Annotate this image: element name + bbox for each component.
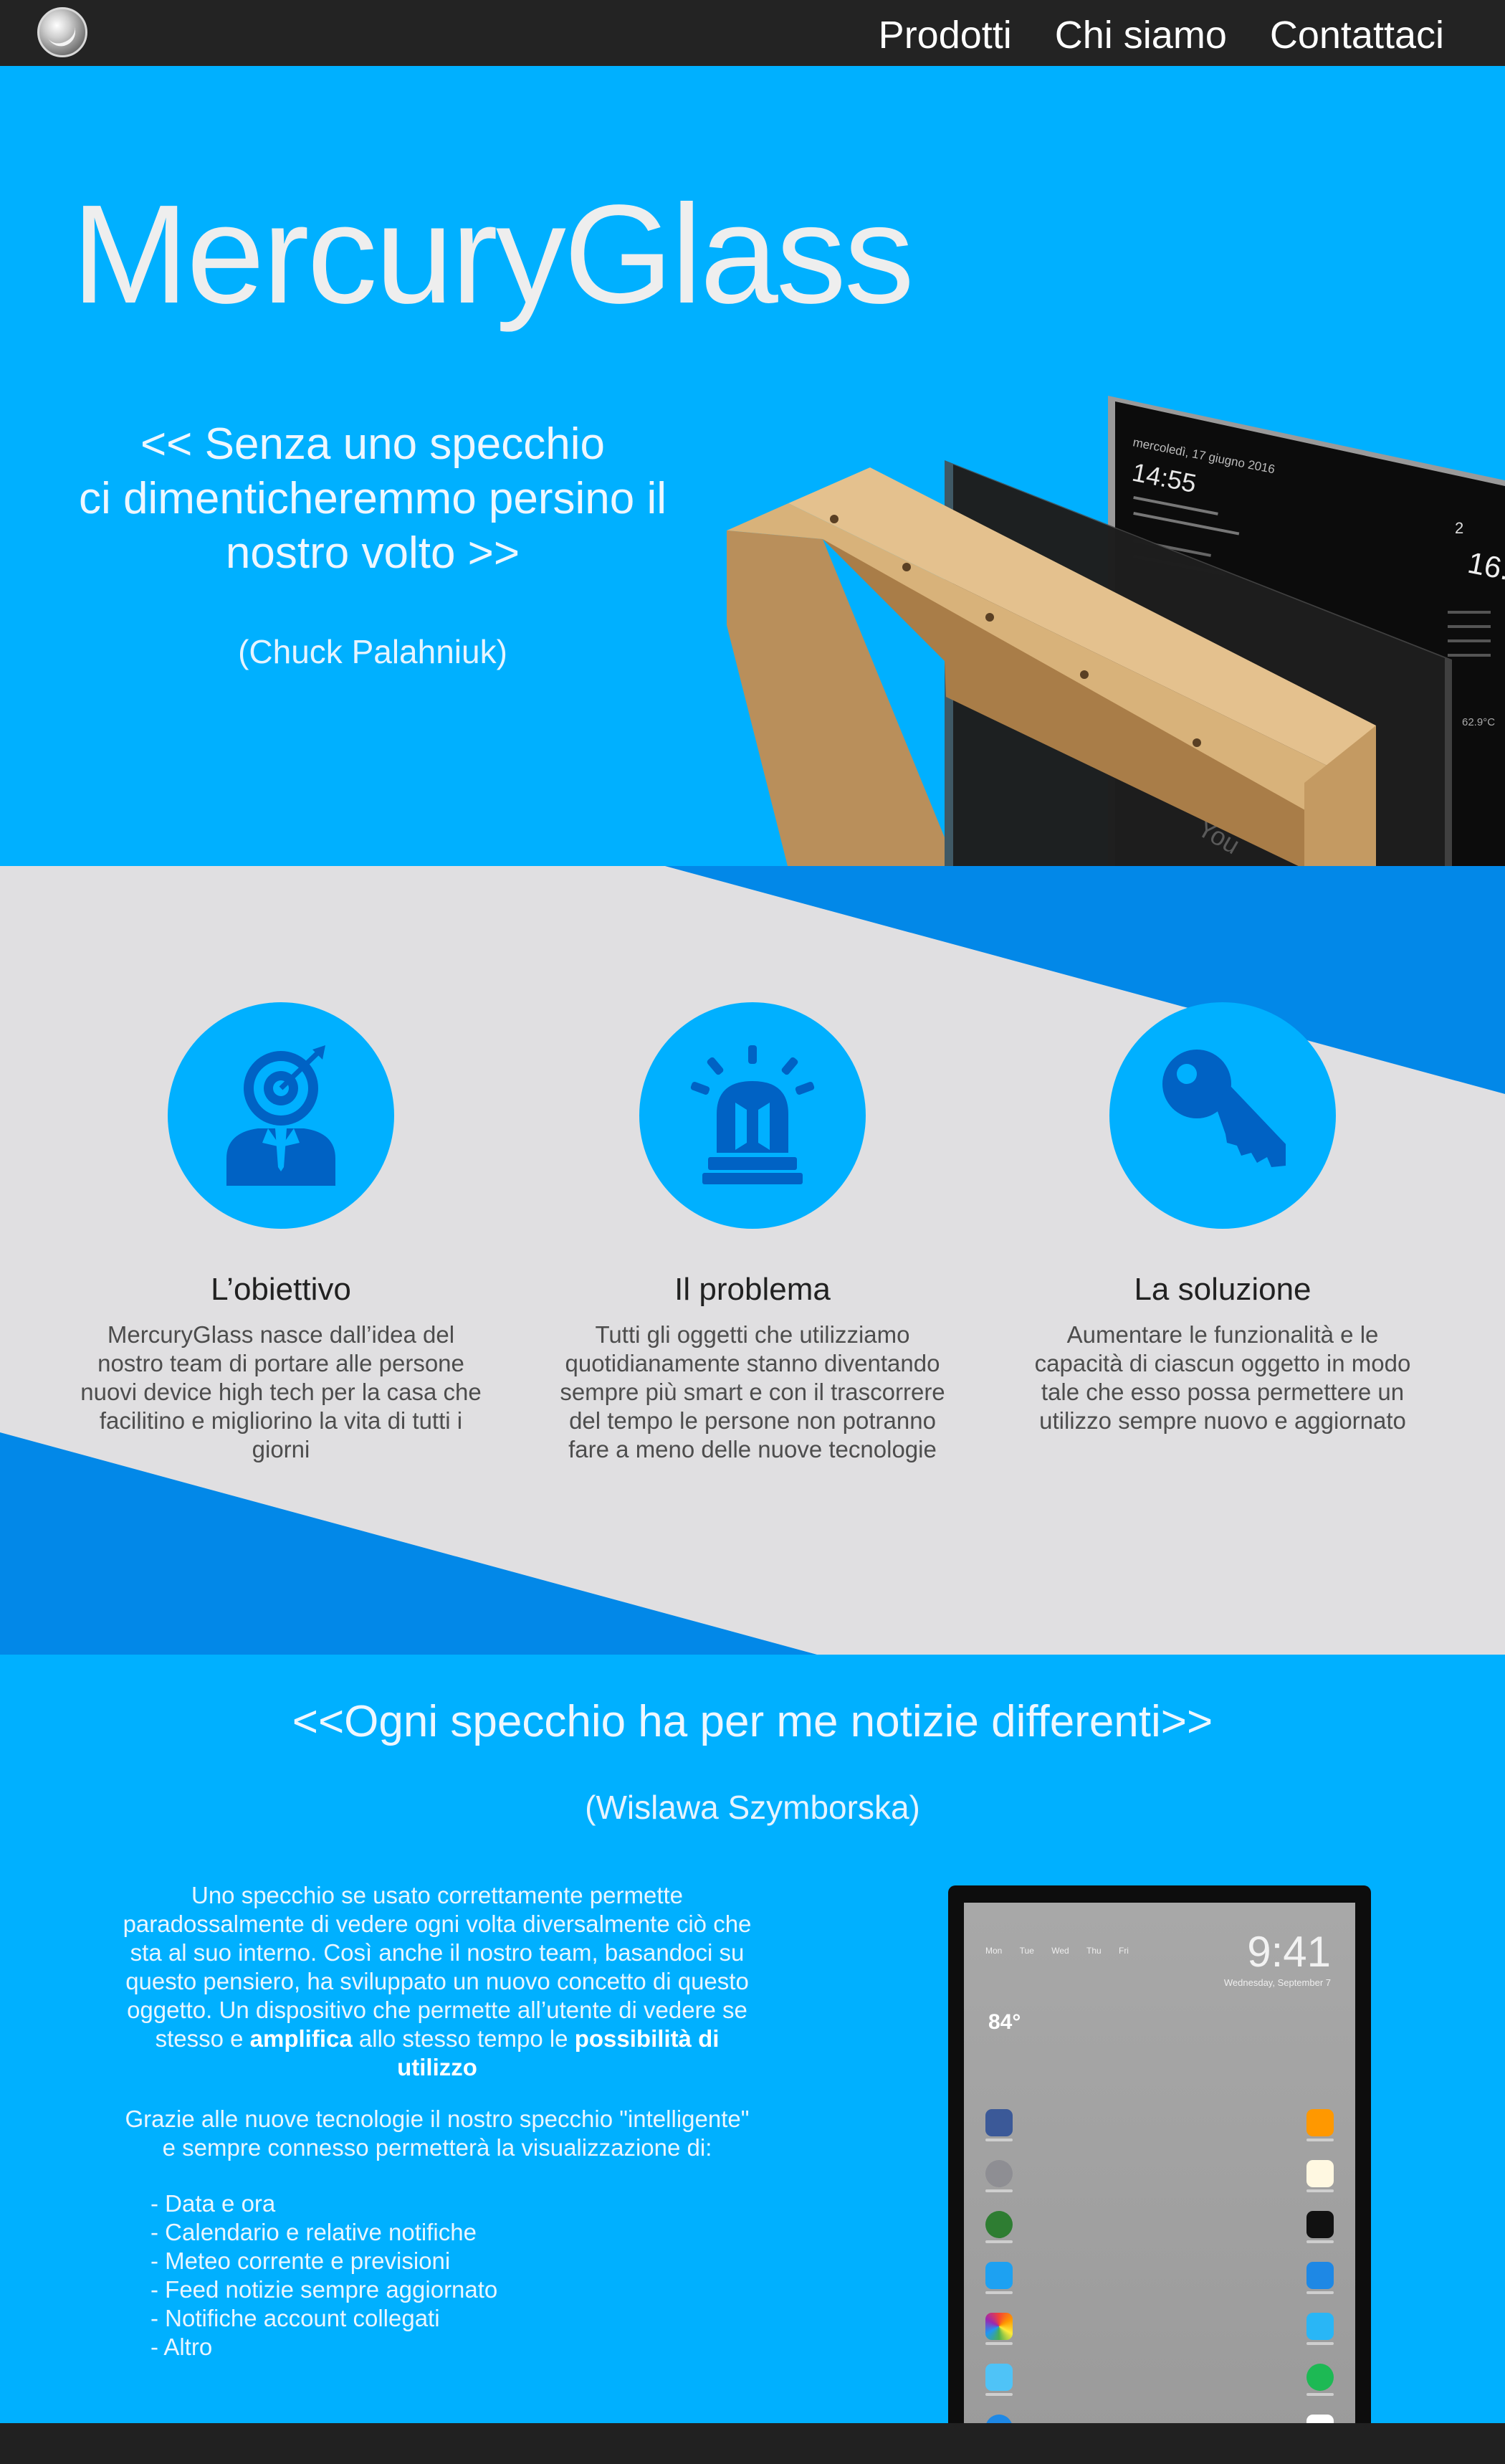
weekday-label: Mon (985, 1946, 1003, 1956)
list-item: Calendario e relative notifiche (150, 2218, 752, 2247)
tablet-time: 9:41 (1247, 1928, 1331, 1976)
feature-problema: Il problema Tutti gli oggetti che utiliz… (530, 1002, 975, 1464)
brand-title: MercuryGlass (72, 176, 914, 333)
hero-quote-author: (Chuck Palahniuk) (238, 633, 507, 670)
weather-app-icon (985, 2364, 1013, 2396)
section-quote-author: (Wislawa Szymborska) (585, 1789, 920, 1826)
product-render: mercoledì, 17 giugno 2016 14:55 2 16.5 6… (727, 396, 1505, 866)
list-item: Notifiche account collegati (150, 2304, 752, 2333)
list-item: Altro (150, 2333, 752, 2361)
camera-app-icon (1306, 2211, 1334, 2243)
weather-weekdays: Mon Tue Wed Thu Fri (985, 1946, 1129, 1956)
feature-text: MercuryGlass nasce dall’idea del nostro … (80, 1321, 482, 1462)
display-footer-temp: 62.9°C (1462, 716, 1495, 728)
feature-obiettivo: L’obiettivo MercuryGlass nasce dall’idea… (59, 1002, 503, 1464)
nav-link-chi-siamo[interactable]: Chi siamo (1055, 13, 1227, 57)
display-wind: 2 (1455, 519, 1463, 537)
feature-text: Tutti gli oggetti che utilizziamo quotid… (560, 1321, 945, 1462)
weekday-label: Fri (1118, 1946, 1129, 1956)
target-person-icon (226, 1045, 335, 1186)
twitter-app-icon (985, 2262, 1013, 2294)
nav-link-contattaci[interactable]: Contattaci (1270, 13, 1444, 57)
tablet-mockup: Mon Tue Wed Thu Fri 9:41 Wednesday, Sept… (948, 1885, 1371, 2423)
alarm-siren-icon (690, 1045, 815, 1184)
feature-icon-circle (1109, 1002, 1336, 1229)
tablet-screen: Mon Tue Wed Thu Fri 9:41 Wednesday, Sept… (964, 1903, 1355, 2423)
find-app-icon (985, 2211, 1013, 2243)
app-column-left (985, 2109, 1013, 2423)
nav-links: Prodotti Chi siamo Contattaci (879, 13, 1444, 57)
hero-quote-line: nostro volto >> (225, 528, 520, 578)
list-item: Meteo corrente e previsioni (150, 2247, 752, 2275)
photos-app-icon (985, 2313, 1013, 2345)
hero-section: MercuryGlass << Senza uno specchio ci di… (0, 66, 1505, 866)
description-paragraph: Uno specchio se usato correttamente perm… (122, 1881, 752, 2082)
feature-title: La soluzione (1134, 1272, 1312, 1307)
feature-icon-circle (168, 1002, 394, 1229)
feature-icon-circle (639, 1002, 866, 1229)
safari-app-icon (985, 2415, 1013, 2423)
mail-app-icon (1306, 2262, 1334, 2294)
hero-quote-line: ci dimenticheremmo persino il (78, 474, 667, 523)
weekday-label: Wed (1051, 1946, 1069, 1956)
description-paragraph-2: Grazie alle nuove tecnologie il nostro s… (125, 2106, 750, 2161)
feature-soluzione: La soluzione Aumentare le funzionalità e… (1000, 1002, 1445, 1435)
shazam-app-icon (1306, 2415, 1334, 2423)
weekday-label: Thu (1086, 1946, 1102, 1956)
key-icon (1162, 1050, 1286, 1167)
list-item: Feed notizie sempre aggiornato (150, 2275, 752, 2304)
tablet-temperature: 84° (988, 2010, 1021, 2034)
weekday-label: Tue (1019, 1946, 1034, 1956)
feature-list: Data e ora Calendario e relative notific… (150, 2189, 752, 2361)
calculator-app-icon (1306, 2109, 1334, 2141)
highlight-amplifica: amplifica (249, 2025, 353, 2052)
logo-icon[interactable] (37, 7, 87, 57)
description-text: allo stesso tempo le (352, 2025, 575, 2052)
feature-title: Il problema (674, 1272, 831, 1307)
feature-text: Aumentare le funzionalità e le capacità … (1034, 1321, 1411, 1434)
hero-quote-line: << Senza uno specchio (140, 419, 606, 469)
hero-quote: << Senza uno specchio ci dimenticheremmo… (43, 417, 702, 581)
description-column: Uno specchio se usato correttamente perm… (122, 1881, 752, 2361)
features-section: L’obiettivo MercuryGlass nasce dall’idea… (0, 866, 1505, 1655)
footer-bar (0, 2423, 1505, 2464)
feature-title: L’obiettivo (211, 1272, 351, 1307)
section-quote: <<Ogni specchio ha per me notizie differ… (292, 1697, 1213, 1746)
nav-link-prodotti[interactable]: Prodotti (879, 13, 1012, 57)
facebook-app-icon (985, 2109, 1013, 2141)
settings-app-icon (985, 2160, 1013, 2192)
app-column-right (1306, 2109, 1334, 2423)
tablet-date: Wednesday, September 7 (1223, 1977, 1331, 1988)
mirror-info-section: <<Ogni specchio ha per me notizie differ… (0, 1655, 1505, 2423)
list-item: Data e ora (150, 2189, 752, 2218)
top-nav: Prodotti Chi siamo Contattaci (0, 0, 1505, 66)
notes-app-icon (1306, 2160, 1334, 2192)
home-app-icon (1306, 2313, 1334, 2345)
spotify-app-icon (1306, 2364, 1334, 2396)
